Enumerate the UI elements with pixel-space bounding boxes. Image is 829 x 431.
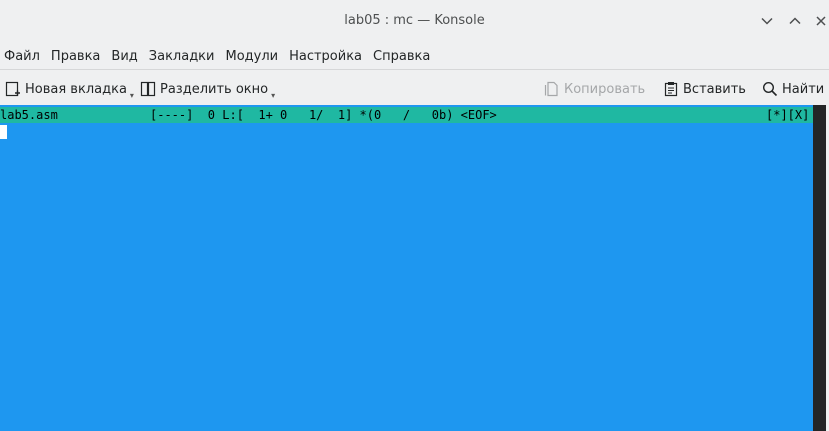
- editor-flags: [*][X]: [766, 108, 810, 122]
- new-tab-icon: [4, 80, 22, 98]
- copy-button[interactable]: Копировать: [543, 78, 645, 100]
- close-icon: [816, 16, 826, 26]
- paste-button[interactable]: Вставить: [662, 78, 746, 100]
- split-view-button[interactable]: Разделить окно ▾: [139, 78, 275, 100]
- editor-status: [----] 0 L:[ 1+ 0 1/ 1] *(0 / 0b) <EOF>: [150, 108, 497, 122]
- minimize-button[interactable]: [756, 10, 778, 32]
- menu-plugins[interactable]: Модули: [225, 49, 285, 64]
- paste-label: Вставить: [683, 81, 746, 97]
- title-bar: lab05 : mc — Konsole: [0, 0, 829, 43]
- window-title: lab05 : mc — Konsole: [344, 13, 485, 28]
- editor-status-line: lab5.asm [----] 0 L:[ 1+ 0 1/ 1] *(0 / 0…: [0, 107, 813, 123]
- menu-settings[interactable]: Настройка: [289, 49, 369, 64]
- terminal-view[interactable]: lab5.asm [----] 0 L:[ 1+ 0 1/ 1] *(0 / 0…: [0, 105, 829, 431]
- chevron-up-icon: [789, 17, 801, 25]
- editor-filename: lab5.asm: [0, 108, 58, 122]
- menu-file[interactable]: Файл: [4, 49, 47, 64]
- new-tab-dropdown-icon[interactable]: ▾: [130, 91, 134, 100]
- menu-bookmarks[interactable]: Закладки: [149, 49, 222, 64]
- new-tab-label: Новая вкладка: [25, 81, 127, 97]
- search-icon: [761, 80, 779, 98]
- find-label: Найти: [782, 81, 825, 97]
- chevron-down-icon: [761, 17, 773, 25]
- split-view-dropdown-icon[interactable]: ▾: [271, 91, 275, 100]
- maximize-button[interactable]: [784, 10, 806, 32]
- toolbar: Новая вкладка ▾ Разделить окно ▾ Копиров…: [0, 69, 829, 105]
- menu-help[interactable]: Справка: [373, 49, 437, 64]
- paste-icon: [662, 80, 680, 98]
- split-view-icon: [139, 80, 157, 98]
- menu-view[interactable]: Вид: [111, 49, 144, 64]
- split-view-label: Разделить окно: [160, 81, 269, 97]
- menu-bar: Файл Правка Вид Закладки Модули Настройк…: [0, 43, 829, 69]
- text-cursor: [0, 125, 7, 139]
- menu-edit[interactable]: Правка: [51, 49, 107, 64]
- copy-label: Копировать: [564, 81, 646, 97]
- new-tab-button[interactable]: Новая вкладка ▾: [4, 78, 134, 100]
- copy-icon: [543, 80, 561, 98]
- find-button[interactable]: Найти: [761, 78, 824, 100]
- close-button[interactable]: [810, 10, 829, 32]
